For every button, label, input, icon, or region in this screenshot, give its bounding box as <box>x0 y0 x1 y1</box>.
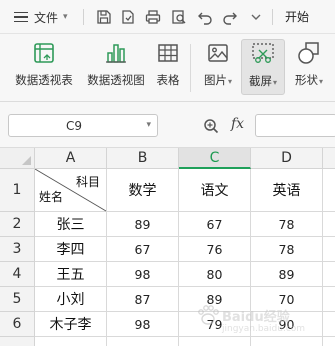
print-preview-icon[interactable] <box>169 7 189 27</box>
pivot-chart-icon <box>103 40 129 66</box>
pivot-table-icon <box>31 40 57 66</box>
english-score-cell[interactable]: 78 <box>251 212 323 237</box>
row-header-4[interactable]: 4 <box>0 262 35 287</box>
student-name-cell[interactable]: 木子李 <box>35 312 107 337</box>
menu-bar: 文件 ▾ 开始 <box>0 0 335 34</box>
student-name-cell[interactable]: 小刘 <box>35 287 107 312</box>
paw-logo-icon <box>198 305 219 325</box>
screenshot-button[interactable]: 截屏▾ <box>241 39 285 95</box>
name-corner-label: 姓名 <box>39 190 64 204</box>
shapes-icon <box>296 40 322 66</box>
name-box[interactable]: C9 ▾ <box>8 114 158 137</box>
more-icon[interactable] <box>246 7 266 27</box>
select-all-corner[interactable] <box>0 148 35 169</box>
math-score-cell[interactable]: 98 <box>107 312 179 337</box>
chevron-down-icon: ▾ <box>63 12 68 22</box>
diagonal-header-cell[interactable]: 科目 姓名 <box>35 169 107 212</box>
table-label: 表格 <box>156 73 180 87</box>
chinese-score-cell[interactable]: 80 <box>179 262 251 287</box>
divider <box>190 44 191 92</box>
picture-button[interactable]: 图片▾ <box>199 40 237 88</box>
empty-cell[interactable] <box>323 237 335 262</box>
chevron-down-icon: ▾ <box>227 77 232 86</box>
math-score-cell[interactable]: 98 <box>107 262 179 287</box>
subject-header-english[interactable]: 英语 <box>251 169 323 212</box>
subject-corner-label: 科目 <box>75 175 100 189</box>
row-header-7[interactable] <box>0 337 35 346</box>
math-score-cell[interactable]: 87 <box>107 287 179 312</box>
chinese-score-cell[interactable]: 76 <box>179 237 251 262</box>
tab-start[interactable]: 开始 <box>285 8 309 25</box>
empty-cell[interactable] <box>323 169 335 212</box>
student-name-cell[interactable]: 张三 <box>35 212 107 237</box>
pivot-table-button[interactable]: 数据透视表 <box>12 40 76 88</box>
divider <box>83 9 84 25</box>
file-menu-label: 文件 <box>34 10 59 25</box>
zoom-icon[interactable] <box>203 118 219 134</box>
pivot-chart-label: 数据透视图 <box>87 73 145 87</box>
ribbon: 数据透视表 数据透视图 表格 图片▾ 截屏▾ 形状▾ <box>0 34 335 102</box>
hamburger-icon <box>14 9 28 26</box>
formula-input[interactable] <box>255 114 335 137</box>
row-header-3[interactable]: 3 <box>0 237 35 262</box>
picture-label: 图片 <box>203 73 227 87</box>
export-icon[interactable] <box>118 7 138 27</box>
pivot-chart-button[interactable]: 数据透视图 <box>84 40 148 88</box>
empty-cell[interactable] <box>107 337 179 346</box>
chevron-down-icon: ▾ <box>272 78 277 87</box>
column-header-d[interactable]: D <box>251 148 323 169</box>
student-name-cell[interactable]: 李四 <box>35 237 107 262</box>
table-icon <box>155 40 181 66</box>
redo-icon[interactable] <box>220 7 240 27</box>
chinese-score-cell[interactable]: 67 <box>179 212 251 237</box>
student-name-cell[interactable]: 王五 <box>35 262 107 287</box>
empty-cell[interactable] <box>323 212 335 237</box>
shapes-button[interactable]: 形状▾ <box>289 40 329 88</box>
row-header-5[interactable]: 5 <box>0 287 35 312</box>
column-header-e[interactable] <box>323 148 335 169</box>
empty-cell[interactable] <box>35 337 107 346</box>
screenshot-label: 截屏 <box>248 74 272 88</box>
fx-icon[interactable]: fx <box>231 116 244 132</box>
subject-header-math[interactable]: 数学 <box>107 169 179 212</box>
pivot-table-label: 数据透视表 <box>15 73 73 87</box>
column-header-a[interactable]: A <box>35 148 107 169</box>
row-header-6[interactable]: 6 <box>0 312 35 337</box>
subject-header-chinese[interactable]: 语文 <box>179 169 251 212</box>
chevron-down-icon: ▾ <box>318 77 323 86</box>
save-icon[interactable] <box>94 7 114 27</box>
file-menu[interactable]: 文件 ▾ <box>14 9 68 25</box>
formula-bar: C9 ▾ fx <box>0 102 335 148</box>
watermark-url: jingyan.baidu.com <box>222 324 306 334</box>
shapes-label: 形状 <box>294 73 318 87</box>
print-icon[interactable] <box>143 7 163 27</box>
column-header-b[interactable]: B <box>107 148 179 169</box>
math-score-cell[interactable]: 89 <box>107 212 179 237</box>
scissors-icon <box>250 41 276 67</box>
name-box-value: C9 <box>65 119 82 133</box>
math-score-cell[interactable]: 67 <box>107 237 179 262</box>
column-header-c[interactable]: C <box>179 148 251 169</box>
divider <box>272 9 273 25</box>
undo-icon[interactable] <box>195 7 215 27</box>
baidu-jingyan-watermark: Baidu经验 jingyan.baidu.com <box>196 294 335 340</box>
english-score-cell[interactable]: 89 <box>251 262 323 287</box>
table-button[interactable]: 表格 <box>153 40 183 88</box>
chevron-down-icon[interactable]: ▾ <box>146 120 151 130</box>
empty-cell[interactable] <box>323 262 335 287</box>
watermark-brand: Baidu经验 <box>222 310 290 325</box>
english-score-cell[interactable]: 78 <box>251 237 323 262</box>
picture-icon <box>205 40 231 66</box>
row-header-2[interactable]: 2 <box>0 212 35 237</box>
row-header-1[interactable]: 1 <box>0 169 35 212</box>
